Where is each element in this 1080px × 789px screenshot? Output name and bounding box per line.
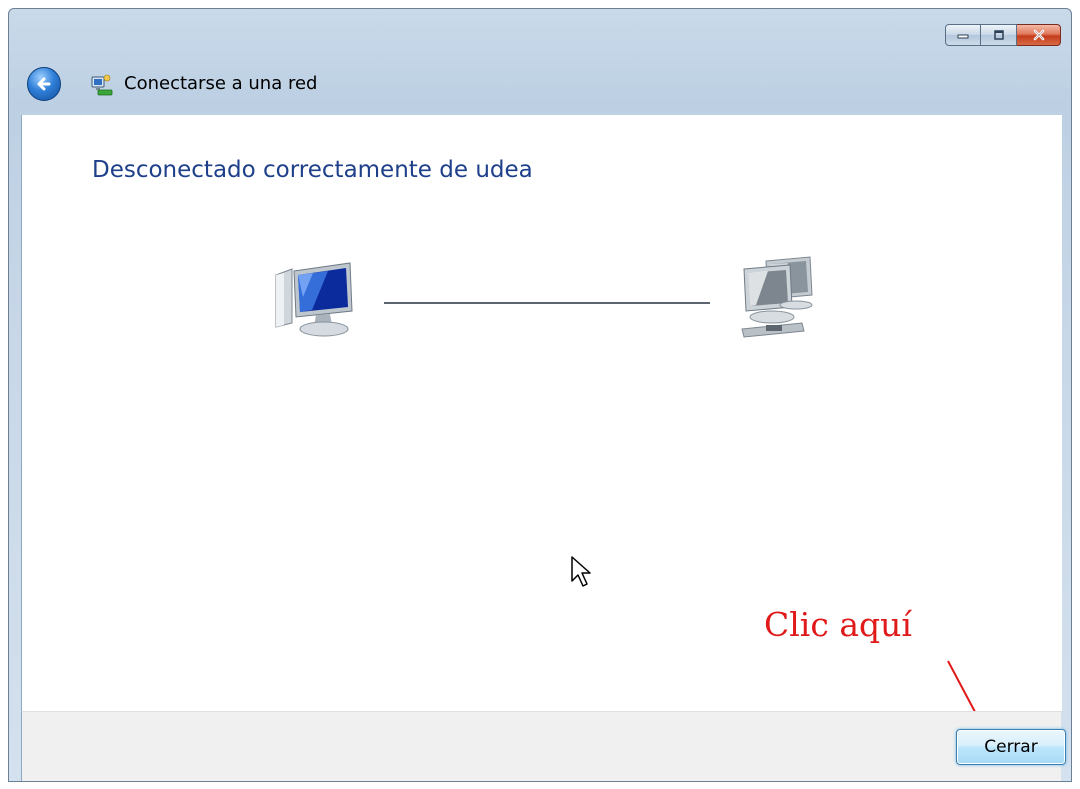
network-connect-icon (91, 74, 113, 96)
window-controls (945, 24, 1061, 46)
connection-line (384, 302, 710, 304)
cerrar-button[interactable]: Cerrar (956, 729, 1066, 765)
main-content: Desconectado correctamente de udea Clic … (21, 115, 1062, 760)
window-close-button[interactable] (1017, 24, 1061, 46)
computer-icon (275, 262, 353, 337)
maximize-button[interactable] (981, 24, 1017, 46)
back-arrow-icon (37, 77, 51, 91)
minimize-button[interactable] (945, 24, 981, 46)
minimize-icon (957, 34, 969, 39)
back-button[interactable] (27, 67, 61, 101)
maximize-icon (993, 30, 1004, 40)
dialog-footer: Cerrar (21, 711, 1066, 781)
dialog-window: Conectarse a una red Desconectado correc… (8, 8, 1072, 782)
annotation-label: Clic aquí (764, 605, 912, 644)
title-bar: Conectarse a una red (9, 9, 1071, 115)
window-title: Conectarse a una red (124, 73, 318, 94)
close-icon (1033, 29, 1044, 41)
mouse-pointer-icon (571, 556, 591, 587)
network-icon (741, 256, 813, 338)
status-heading: Desconectado correctamente de udea (92, 157, 533, 183)
